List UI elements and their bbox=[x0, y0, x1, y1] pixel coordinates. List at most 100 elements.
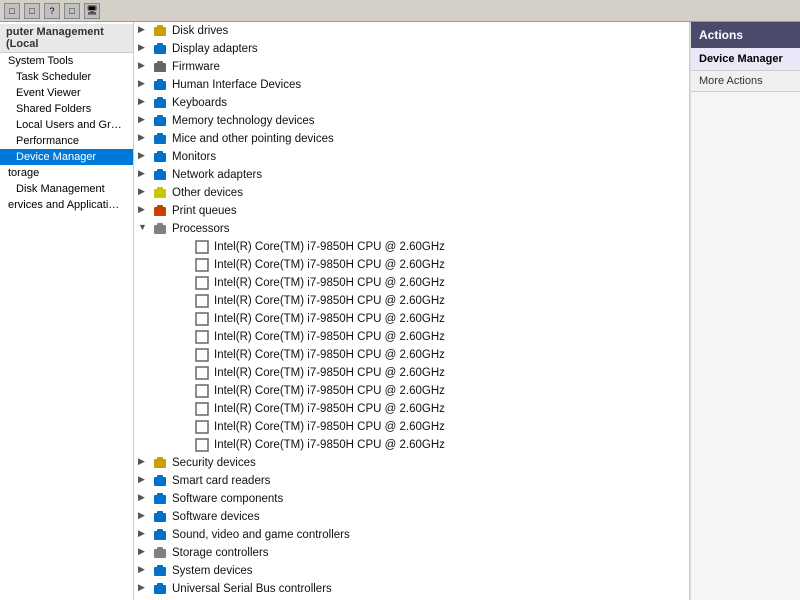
expander-software-dev[interactable]: ▶ bbox=[138, 510, 152, 524]
tree-area[interactable]: ▶Disk drives▶Display adapters▶Firmware▶H… bbox=[134, 22, 690, 600]
sidebar-item-device-manager[interactable]: Device Manager bbox=[0, 149, 133, 165]
sidebar-item-performance[interactable]: Performance bbox=[0, 133, 133, 149]
title-bar-icons: □ □ ? □ 🖥 bbox=[4, 3, 100, 19]
tree-item-smart-card[interactable]: ▶ Smart card readers bbox=[134, 472, 689, 490]
label-monitors: Monitors bbox=[172, 151, 685, 163]
expander-proc6[interactable] bbox=[180, 330, 194, 344]
sidebar-item-shared-folders[interactable]: Shared Folders bbox=[0, 101, 133, 117]
expander-network[interactable]: ▶ bbox=[138, 168, 152, 182]
tree-item-network[interactable]: ▶ Network adapters bbox=[134, 166, 689, 184]
tree-item-storage[interactable]: ▶Storage controllers bbox=[134, 544, 689, 562]
tree-item-proc6[interactable]: Intel(R) Core(TM) i7-9850H CPU @ 2.60GHz bbox=[134, 328, 689, 346]
expander-proc12[interactable] bbox=[180, 438, 194, 452]
tree-item-proc7[interactable]: Intel(R) Core(TM) i7-9850H CPU @ 2.60GHz bbox=[134, 346, 689, 364]
tb-icon-3[interactable]: ? bbox=[44, 3, 60, 19]
tree-item-proc11[interactable]: Intel(R) Core(TM) i7-9850H CPU @ 2.60GHz bbox=[134, 418, 689, 436]
label-software-comp: Software components bbox=[172, 493, 685, 505]
tree-item-software-dev[interactable]: ▶ Software devices bbox=[134, 508, 689, 526]
tb-icon-4[interactable]: □ bbox=[64, 3, 80, 19]
expander-disk-drives[interactable]: ▶ bbox=[138, 24, 152, 38]
tree-item-memory-tech[interactable]: ▶Memory technology devices bbox=[134, 112, 689, 130]
tree-item-firmware[interactable]: ▶Firmware bbox=[134, 58, 689, 76]
expander-memory-tech[interactable]: ▶ bbox=[138, 114, 152, 128]
tree-item-proc12[interactable]: Intel(R) Core(TM) i7-9850H CPU @ 2.60GHz bbox=[134, 436, 689, 454]
icon-proc9 bbox=[194, 383, 210, 399]
tree-item-security[interactable]: ▶Security devices bbox=[134, 454, 689, 472]
tree-item-proc3[interactable]: Intel(R) Core(TM) i7-9850H CPU @ 2.60GHz bbox=[134, 274, 689, 292]
expander-display-adapters[interactable]: ▶ bbox=[138, 42, 152, 56]
tree-item-other-devices[interactable]: ▶ Other devices bbox=[134, 184, 689, 202]
more-actions-button[interactable]: More Actions bbox=[691, 71, 800, 92]
expander-proc7[interactable] bbox=[180, 348, 194, 362]
expander-keyboards[interactable]: ▶ bbox=[138, 96, 152, 110]
tree-item-proc9[interactable]: Intel(R) Core(TM) i7-9850H CPU @ 2.60GHz bbox=[134, 382, 689, 400]
icon-proc12 bbox=[194, 437, 210, 453]
label-sound: Sound, video and game controllers bbox=[172, 529, 685, 541]
label-software-dev: Software devices bbox=[172, 511, 685, 523]
expander-storage[interactable]: ▶ bbox=[138, 546, 152, 560]
tb-icon-5[interactable]: 🖥 bbox=[84, 3, 100, 19]
sidebar-item-system-tools[interactable]: System Tools bbox=[0, 53, 133, 69]
expander-proc9[interactable] bbox=[180, 384, 194, 398]
tree-item-mice[interactable]: ▶Mice and other pointing devices bbox=[134, 130, 689, 148]
expander-usb[interactable]: ▶ bbox=[138, 582, 152, 596]
tb-icon-2[interactable]: □ bbox=[24, 3, 40, 19]
tree-item-proc2[interactable]: Intel(R) Core(TM) i7-9850H CPU @ 2.60GHz bbox=[134, 256, 689, 274]
expander-proc2[interactable] bbox=[180, 258, 194, 272]
tree-item-monitors[interactable]: ▶ Monitors bbox=[134, 148, 689, 166]
expander-other-devices[interactable]: ▶ bbox=[138, 186, 152, 200]
icon-network bbox=[152, 167, 168, 183]
expander-software-comp[interactable]: ▶ bbox=[138, 492, 152, 506]
device-manager-button[interactable]: Device Manager bbox=[691, 48, 800, 71]
expander-system[interactable]: ▶ bbox=[138, 564, 152, 578]
icon-display-adapters bbox=[152, 41, 168, 57]
tree-item-keyboards[interactable]: ▶Keyboards bbox=[134, 94, 689, 112]
tree-item-display-adapters[interactable]: ▶Display adapters bbox=[134, 40, 689, 58]
expander-monitors[interactable]: ▶ bbox=[138, 150, 152, 164]
icon-proc10 bbox=[194, 401, 210, 417]
tree-item-system[interactable]: ▶System devices bbox=[134, 562, 689, 580]
expander-security[interactable]: ▶ bbox=[138, 456, 152, 470]
sidebar-item-storage[interactable]: torage bbox=[0, 165, 133, 181]
expander-proc1[interactable] bbox=[180, 240, 194, 254]
tree-item-disk-drives[interactable]: ▶Disk drives bbox=[134, 22, 689, 40]
label-usb: Universal Serial Bus controllers bbox=[172, 583, 685, 595]
expander-proc5[interactable] bbox=[180, 312, 194, 326]
tb-icon-1[interactable]: □ bbox=[4, 3, 20, 19]
expander-mice[interactable]: ▶ bbox=[138, 132, 152, 146]
tree-item-proc8[interactable]: Intel(R) Core(TM) i7-9850H CPU @ 2.60GHz bbox=[134, 364, 689, 382]
tree-item-usb[interactable]: ▶ Universal Serial Bus controllers bbox=[134, 580, 689, 598]
expander-proc4[interactable] bbox=[180, 294, 194, 308]
expander-sound[interactable]: ▶ bbox=[138, 528, 152, 542]
expander-proc8[interactable] bbox=[180, 366, 194, 380]
expander-proc10[interactable] bbox=[180, 402, 194, 416]
tree-item-proc4[interactable]: Intel(R) Core(TM) i7-9850H CPU @ 2.60GHz bbox=[134, 292, 689, 310]
tree-item-proc10[interactable]: Intel(R) Core(TM) i7-9850H CPU @ 2.60GHz bbox=[134, 400, 689, 418]
title-bar: □ □ ? □ 🖥 bbox=[0, 0, 800, 22]
tree-item-human-interface[interactable]: ▶Human Interface Devices bbox=[134, 76, 689, 94]
expander-smart-card[interactable]: ▶ bbox=[138, 474, 152, 488]
tree-item-sound[interactable]: ▶ Sound, video and game controllers bbox=[134, 526, 689, 544]
tree-item-print-queues[interactable]: ▶Print queues bbox=[134, 202, 689, 220]
expander-proc3[interactable] bbox=[180, 276, 194, 290]
tree-item-proc5[interactable]: Intel(R) Core(TM) i7-9850H CPU @ 2.60GHz bbox=[134, 310, 689, 328]
expander-human-interface[interactable]: ▶ bbox=[138, 78, 152, 92]
label-proc4: Intel(R) Core(TM) i7-9850H CPU @ 2.60GHz bbox=[214, 295, 685, 307]
expander-print-queues[interactable]: ▶ bbox=[138, 204, 152, 218]
sidebar-item-disk-management[interactable]: Disk Management bbox=[0, 181, 133, 197]
sidebar-item-task-scheduler[interactable]: Task Scheduler bbox=[0, 69, 133, 85]
tree-item-processors[interactable]: ▼Processors bbox=[134, 220, 689, 238]
sidebar: puter Management (Local System Tools Tas… bbox=[0, 22, 134, 600]
expander-processors[interactable]: ▼ bbox=[138, 222, 152, 236]
label-smart-card: Smart card readers bbox=[172, 475, 685, 487]
tree-item-software-comp[interactable]: ▶ Software components bbox=[134, 490, 689, 508]
expander-firmware[interactable]: ▶ bbox=[138, 60, 152, 74]
sidebar-item-event-viewer[interactable]: Event Viewer bbox=[0, 85, 133, 101]
label-other-devices: Other devices bbox=[172, 187, 685, 199]
label-network: Network adapters bbox=[172, 169, 685, 181]
sidebar-item-services[interactable]: ervices and Applications bbox=[0, 197, 133, 213]
tree-item-proc1[interactable]: Intel(R) Core(TM) i7-9850H CPU @ 2.60GHz bbox=[134, 238, 689, 256]
expander-proc11[interactable] bbox=[180, 420, 194, 434]
sidebar-item-local-users[interactable]: Local Users and Groups bbox=[0, 117, 133, 133]
icon-storage bbox=[152, 545, 168, 561]
